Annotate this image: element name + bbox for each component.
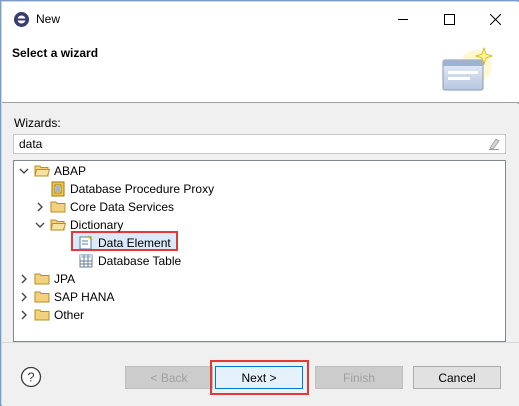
chevron-right-icon[interactable] (18, 291, 30, 303)
folder-icon (50, 199, 66, 215)
wizard-header-banner: Select a wizard (2, 36, 519, 103)
wizard-filter-field[interactable] (13, 134, 506, 154)
tree-item-label: Dictionary (70, 218, 124, 232)
folder-icon (34, 307, 50, 323)
finish-button[interactable]: Finish (315, 366, 403, 389)
data-element-icon (78, 235, 94, 251)
tree-item-data-element[interactable]: Data Element (78, 234, 171, 252)
wizard-tree[interactable]: ABAP Database Procedure Proxy Core Data … (13, 160, 506, 342)
tree-item-label: Database Table (98, 254, 182, 268)
tree-item-dictionary[interactable]: Dictionary (34, 216, 123, 234)
tree-item-database-table[interactable]: Database Table (78, 252, 181, 270)
cancel-button[interactable]: Cancel (413, 366, 501, 389)
tree-item-database-procedure-proxy[interactable]: Database Procedure Proxy (50, 180, 214, 198)
chevron-right-icon[interactable] (18, 273, 30, 285)
folder-open-icon (50, 217, 66, 233)
new-wizard-banner-icon (440, 44, 496, 99)
tree-item-label: Core Data Services (70, 200, 175, 214)
tree-item-sap-hana[interactable]: SAP HANA (18, 288, 114, 306)
clear-filter-icon[interactable] (487, 137, 501, 151)
help-glyph: ? (27, 370, 34, 385)
title-bar: New (2, 2, 519, 36)
folder-open-icon (34, 163, 50, 179)
window-title: New (36, 12, 61, 26)
chevron-down-icon[interactable] (18, 165, 30, 177)
tree-item-other[interactable]: Other (18, 306, 84, 324)
close-button[interactable] (472, 3, 518, 35)
wizard-filter-input[interactable] (14, 135, 484, 153)
tree-item-label: Other (54, 308, 85, 322)
page-title: Select a wizard (12, 46, 99, 60)
new-wizard-dialog: New Select a wizard Wizards: data ABAP D… (0, 0, 519, 406)
chevron-down-icon[interactable] (34, 219, 46, 231)
dialog-button-bar: ? < Back Next > Finish Cancel (2, 342, 519, 406)
tree-item-core-data-services[interactable]: Core Data Services (34, 198, 174, 216)
wizards-label: Wizards: (14, 116, 61, 130)
database-table-icon (78, 253, 94, 269)
eclipse-app-icon (13, 11, 30, 28)
folder-icon (34, 289, 50, 305)
tree-item-jpa[interactable]: JPA (18, 270, 75, 288)
chevron-right-icon[interactable] (18, 309, 30, 321)
minimize-button[interactable] (380, 3, 426, 35)
next-button[interactable]: Next > (215, 366, 303, 389)
folder-icon (34, 271, 50, 287)
wizard-content: Wizards: ABAP (2, 104, 519, 342)
tree-item-label: SAP HANA (54, 290, 115, 304)
help-icon[interactable]: ? (20, 366, 42, 388)
tree-item-abap[interactable]: ABAP (18, 162, 86, 180)
tree-item-label: Database Procedure Proxy (70, 182, 215, 196)
tree-item-label: ABAP (54, 164, 87, 178)
chevron-right-icon[interactable] (34, 201, 46, 213)
tree-item-label: Data Element (98, 236, 171, 250)
tree-item-label: JPA (54, 272, 76, 286)
maximize-button[interactable] (426, 3, 472, 35)
back-button[interactable]: < Back (125, 366, 213, 389)
database-procedure-proxy-icon (50, 181, 66, 197)
